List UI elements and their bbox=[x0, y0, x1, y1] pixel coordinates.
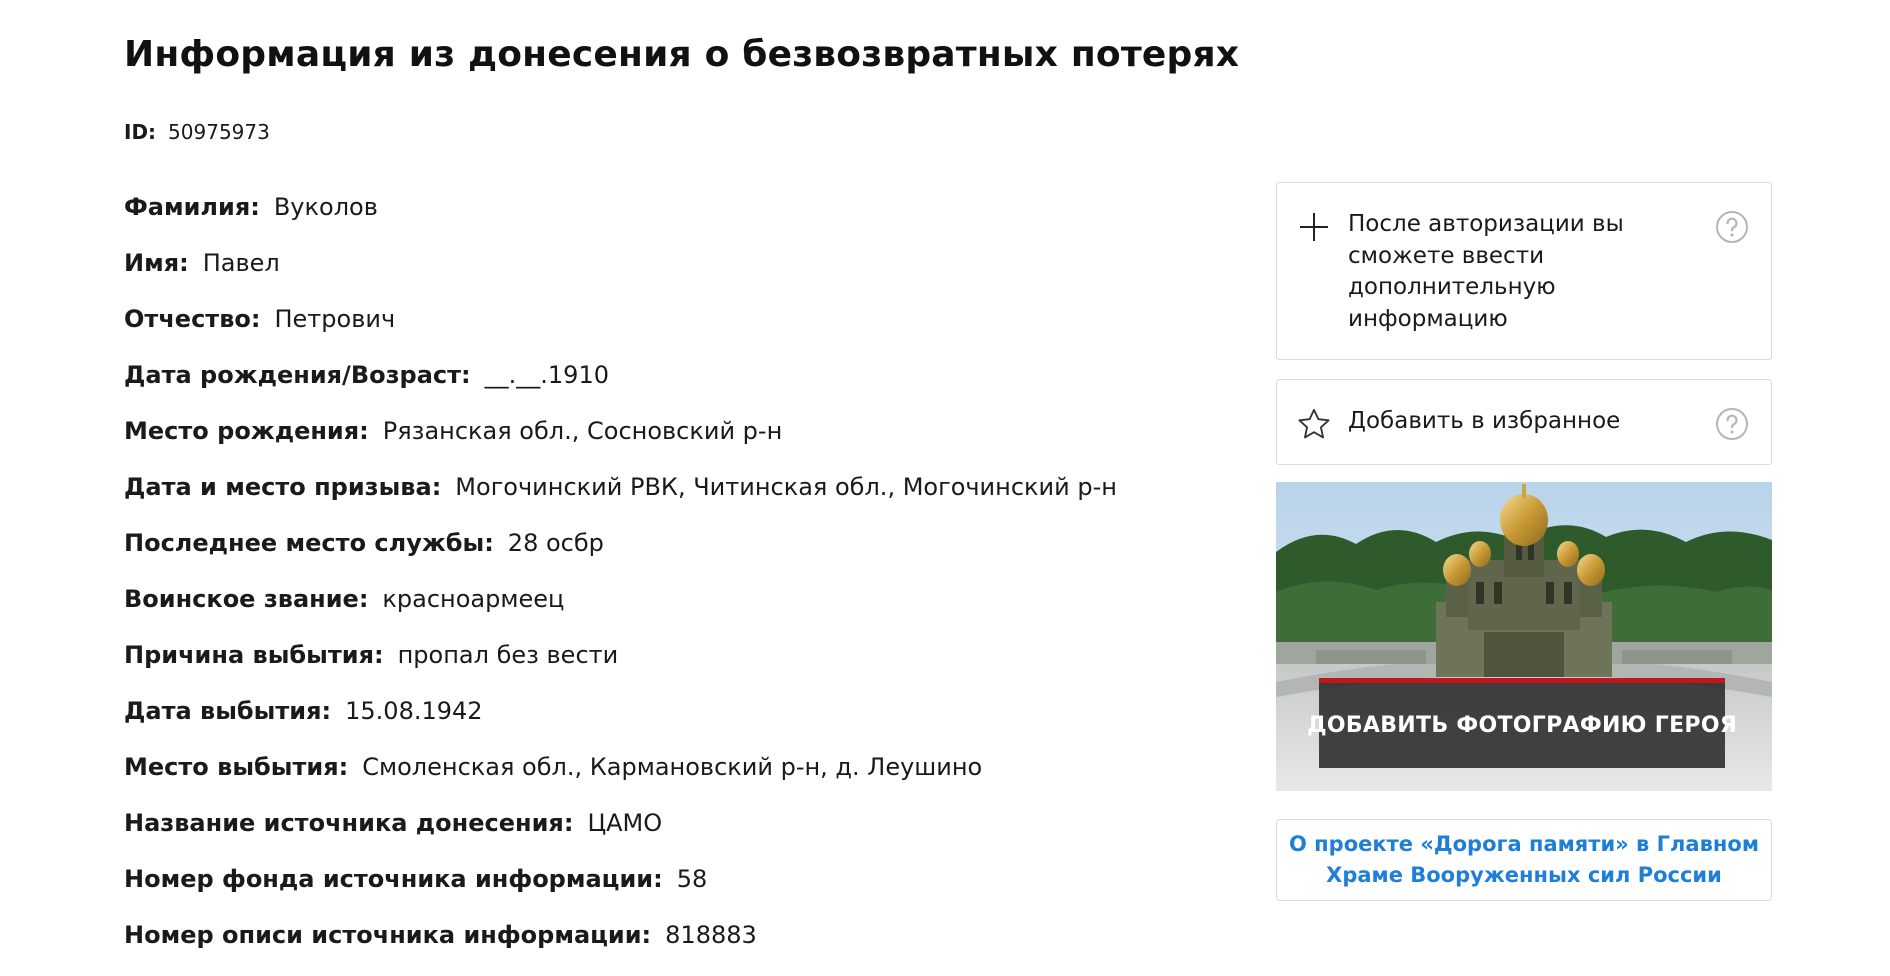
favorite-card[interactable]: Добавить в избранное bbox=[1276, 379, 1772, 465]
field-label: Отчество: bbox=[124, 305, 261, 333]
field-label: Дата и место призыва: bbox=[124, 473, 442, 501]
field-first-name: Имя: Павел bbox=[124, 248, 1117, 304]
about-project-link[interactable]: О проекте «Дорога памяти» в Главном Храм… bbox=[1277, 829, 1771, 891]
field-label: Последнее место службы: bbox=[124, 529, 494, 557]
field-value: 28 осбр bbox=[507, 529, 604, 557]
field-inventory-number: Номер описи источника информации: 818883 bbox=[124, 920, 1117, 976]
help-circle-icon[interactable] bbox=[1715, 407, 1749, 441]
field-loss-place: Место выбытия: Смоленская обл., Кармановс… bbox=[124, 752, 1117, 808]
field-label: Название источника донесения: bbox=[124, 809, 574, 837]
field-label: Фамилия: bbox=[124, 193, 260, 221]
field-value: Рязанская обл., Сосновский р-н bbox=[382, 417, 783, 445]
field-patronymic: Отчество: Петрович bbox=[124, 304, 1117, 360]
field-label: Дата рождения/Возраст: bbox=[124, 361, 471, 389]
plus-icon bbox=[1300, 213, 1328, 241]
about-project-card[interactable]: О проекте «Дорога памяти» в Главном Храм… bbox=[1276, 819, 1772, 901]
field-last-service: Последнее место службы: 28 осбр bbox=[124, 528, 1117, 584]
field-conscription: Дата и место призыва: Могочинский РВК, Чи… bbox=[124, 472, 1117, 528]
field-birth-place: Место рождения: Рязанская обл., Сосновски… bbox=[124, 416, 1117, 472]
favorite-label: Добавить в избранное bbox=[1348, 408, 1621, 434]
field-label: Имя: bbox=[124, 249, 189, 277]
help-circle-icon[interactable] bbox=[1715, 210, 1749, 244]
field-value: 58 bbox=[676, 865, 708, 893]
field-value: пропал без вести bbox=[397, 641, 619, 669]
field-value: 818883 bbox=[665, 921, 757, 949]
field-value: Могочинский РВК, Читинская обл., Могочин… bbox=[455, 473, 1117, 501]
field-label: Причина выбытия: bbox=[124, 641, 384, 669]
field-surname: Фамилия: Вуколов bbox=[124, 192, 1117, 248]
field-label: Номер описи источника информации: bbox=[124, 921, 652, 949]
page-title: Информация из донесения о безвозвратных … bbox=[124, 34, 1240, 75]
field-rank: Воинское звание: красноармеец bbox=[124, 584, 1117, 640]
field-label: Место рождения: bbox=[124, 417, 369, 445]
field-label: Номер фонда источника информации: bbox=[124, 865, 663, 893]
auth-info-card[interactable]: После авторизации вы сможете ввести допо… bbox=[1276, 182, 1772, 360]
star-outline-icon bbox=[1298, 408, 1330, 439]
field-label: Воинское звание: bbox=[124, 585, 369, 613]
record-id-label: ID: bbox=[124, 120, 157, 144]
field-loss-reason: Причина выбытия: пропал без вести bbox=[124, 640, 1117, 696]
field-loss-date: Дата выбытия: 15.08.1942 bbox=[124, 696, 1117, 752]
record-fields: Фамилия: Вуколов Имя: Павел Отчество: Петро… bbox=[124, 192, 1117, 976]
field-birth-date: Дата рождения/Возраст: __.__.1910 bbox=[124, 360, 1117, 416]
field-label: Дата выбытия: bbox=[124, 697, 332, 725]
add-hero-photo-button[interactable]: ДОБАВИТЬ ФОТОГРАФИЮ ГЕРОЯ bbox=[1307, 678, 1737, 768]
field-value: __.__.1910 bbox=[484, 361, 609, 389]
field-value: Вуколов bbox=[273, 193, 378, 221]
field-value: Павел bbox=[202, 249, 280, 277]
field-fund-number: Номер фонда источника информации: 58 bbox=[124, 864, 1117, 920]
field-label: Место выбытия: bbox=[124, 753, 349, 781]
field-source-name: Название источника донесения: ЦАМО bbox=[124, 808, 1117, 864]
record-id-row: ID: 50975973 bbox=[124, 120, 270, 144]
auth-info-text: После авторизации вы сможете ввести допо… bbox=[1348, 211, 1624, 332]
field-value: Смоленская обл., Кармановский р-н, д. Ле… bbox=[362, 753, 983, 781]
add-hero-photo-card[interactable]: ДОБАВИТЬ ФОТОГРАФИЮ ГЕРОЯ bbox=[1276, 482, 1772, 791]
field-value: красноармеец bbox=[382, 585, 565, 613]
field-value: ЦАМО bbox=[587, 809, 663, 837]
record-id-value: 50975973 bbox=[168, 120, 270, 144]
field-value: Петрович bbox=[274, 305, 396, 333]
field-value: 15.08.1942 bbox=[345, 697, 483, 725]
